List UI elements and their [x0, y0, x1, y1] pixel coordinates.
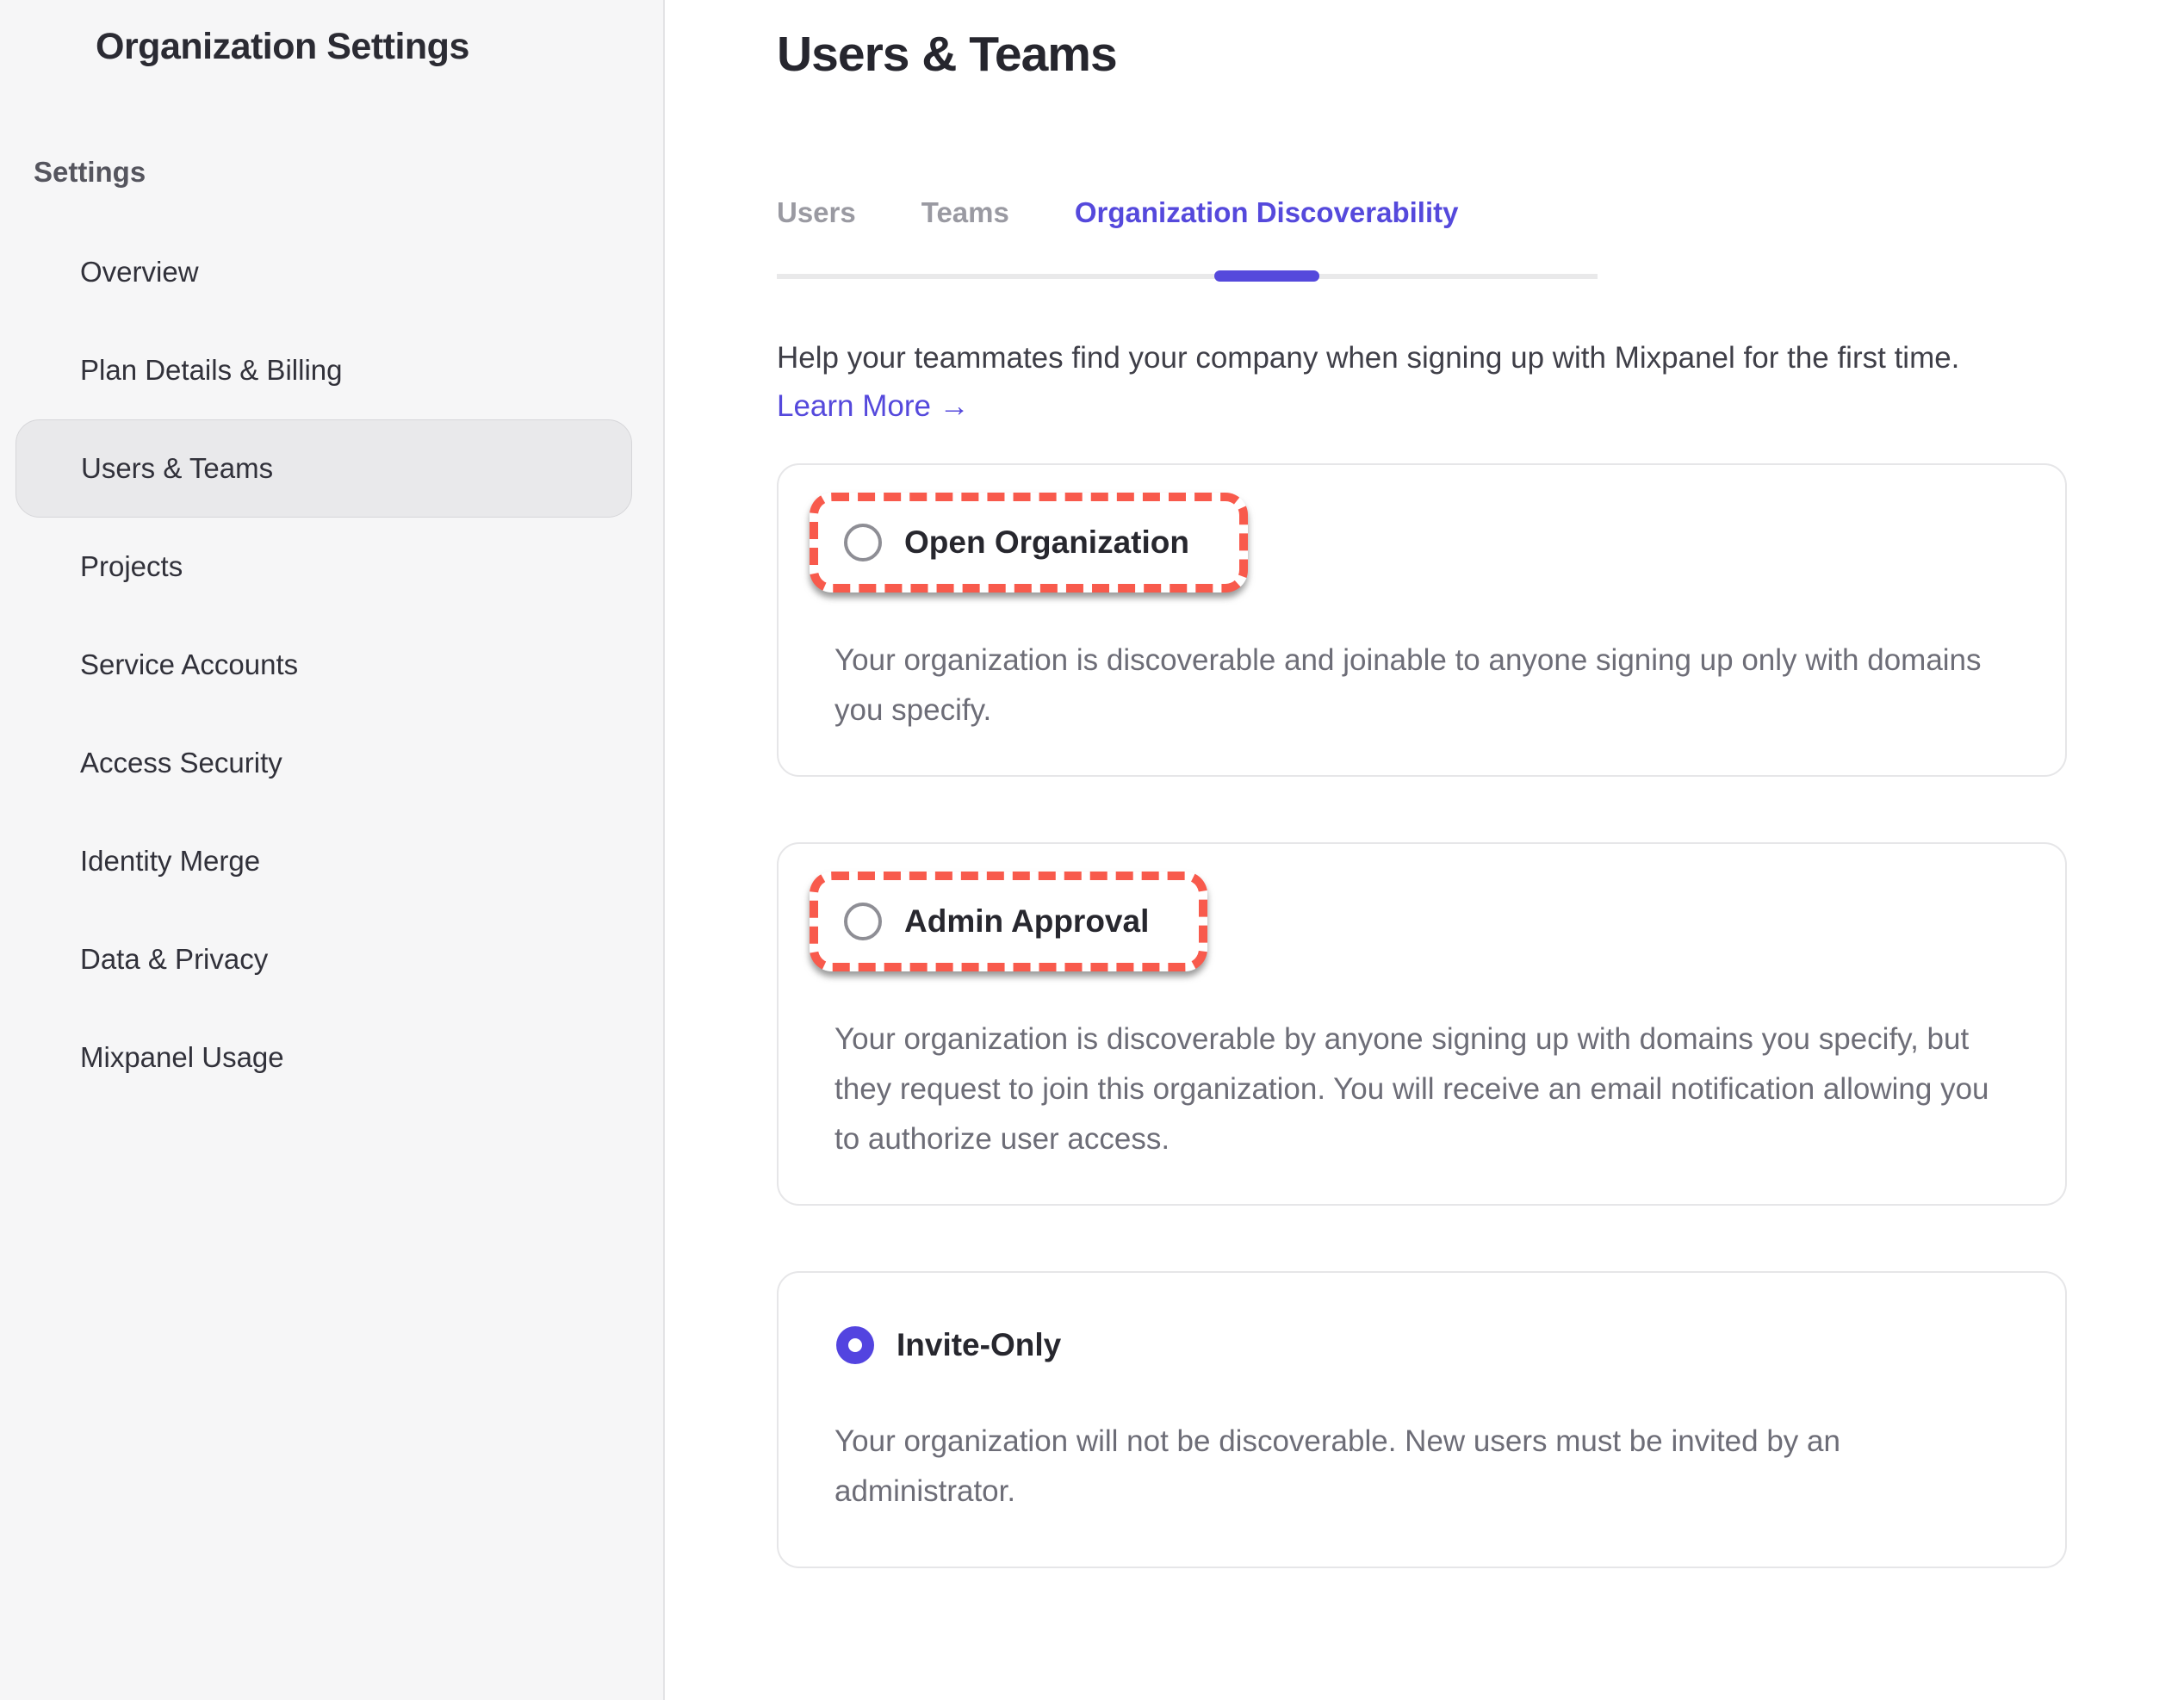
sidebar-item-label: Identity Merge: [80, 845, 260, 878]
option-row[interactable]: Invite-Only: [836, 1326, 1061, 1364]
discoverability-options: Open Organization Your organization is d…: [777, 463, 2067, 1568]
option-label: Open Organization: [904, 524, 1189, 561]
radio-admin-approval[interactable]: [844, 903, 882, 940]
sidebar-item-users-teams[interactable]: Users & Teams: [16, 419, 632, 518]
sidebar-item-label: Users & Teams: [81, 452, 273, 485]
main-content: Users & Teams Users Teams Organization D…: [665, 0, 2184, 1700]
option-card-open-organization: Open Organization Your organization is d…: [777, 463, 2067, 777]
sidebar-item-label: Overview: [80, 256, 199, 289]
learn-more-link[interactable]: Learn More →: [777, 389, 970, 424]
option-description: Your organization will not be discoverab…: [835, 1417, 2006, 1517]
annotation-highlight: Open Organization: [810, 493, 1248, 593]
option-description: Your organization is discoverable and jo…: [835, 636, 2006, 735]
sidebar-item-access-security[interactable]: Access Security: [0, 714, 663, 812]
tab-organization-discoverability[interactable]: Organization Discoverability: [1075, 196, 1459, 229]
option-card-invite-only: Invite-Only Your organization will not b…: [777, 1271, 2067, 1568]
sidebar-section-label: Settings: [34, 156, 663, 189]
option-card-admin-approval: Admin Approval Your organization is disc…: [777, 842, 2067, 1206]
option-label: Invite-Only: [897, 1327, 1061, 1363]
sidebar-nav: Overview Plan Details & Billing Users & …: [0, 223, 663, 1107]
learn-more-label: Learn More: [777, 389, 931, 423]
annotation-highlight: Admin Approval: [810, 872, 1207, 971]
radio-open-organization[interactable]: [844, 524, 882, 561]
sidebar-item-label: Plan Details & Billing: [80, 354, 342, 387]
tab-users[interactable]: Users: [777, 196, 856, 229]
option-label: Admin Approval: [904, 903, 1149, 940]
radio-invite-only[interactable]: [836, 1326, 874, 1364]
sidebar-item-label: Service Accounts: [80, 648, 298, 681]
sidebar-item-projects[interactable]: Projects: [0, 518, 663, 616]
arrow-right-icon: →: [940, 389, 970, 423]
sidebar-item-overview[interactable]: Overview: [0, 223, 663, 321]
sidebar-title: Organization Settings: [96, 26, 663, 68]
sidebar-item-identity-merge[interactable]: Identity Merge: [0, 812, 663, 910]
sidebar-item-plan-details-billing[interactable]: Plan Details & Billing: [0, 321, 663, 419]
sidebar-item-label: Access Security: [80, 747, 282, 779]
sidebar-item-mixpanel-usage[interactable]: Mixpanel Usage: [0, 1008, 663, 1107]
option-description: Your organization is discoverable by any…: [835, 1014, 2006, 1164]
sidebar-item-label: Data & Privacy: [80, 943, 268, 976]
sidebar-item-label: Projects: [80, 550, 183, 583]
tab-bar: Users Teams Organization Discoverability: [777, 196, 1598, 279]
intro-text: Help your teammates find your company wh…: [777, 336, 2067, 381]
sidebar-item-label: Mixpanel Usage: [80, 1041, 284, 1074]
tab-label: Organization Discoverability: [1075, 196, 1459, 228]
sidebar-item-data-privacy[interactable]: Data & Privacy: [0, 910, 663, 1008]
page-title: Users & Teams: [777, 26, 2067, 83]
active-tab-indicator: [1214, 270, 1319, 282]
sidebar: Organization Settings Settings Overview …: [0, 0, 665, 1700]
tab-teams[interactable]: Teams: [921, 196, 1009, 229]
sidebar-item-service-accounts[interactable]: Service Accounts: [0, 616, 663, 714]
